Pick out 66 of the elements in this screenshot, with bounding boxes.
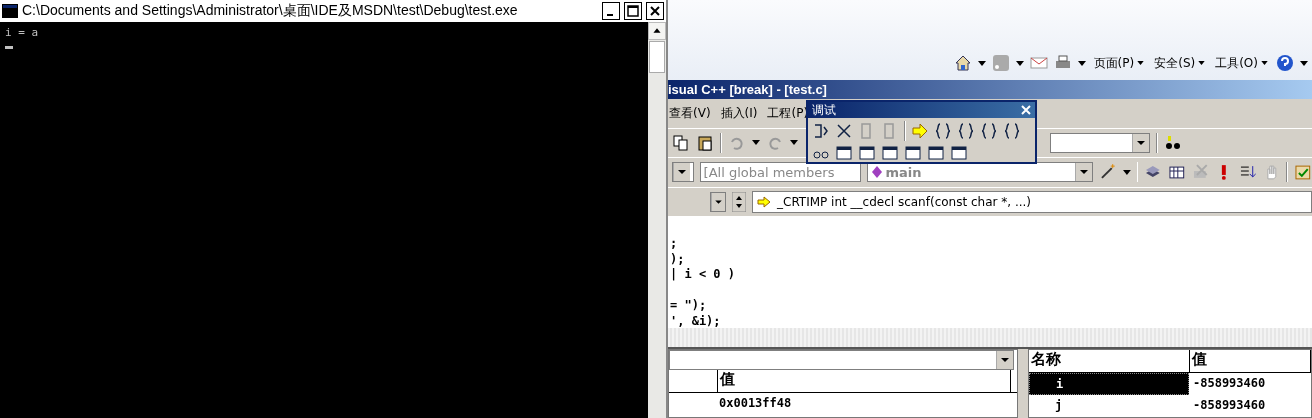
brace-icon[interactable] <box>980 122 998 140</box>
cross-icon[interactable] <box>835 122 853 140</box>
caret-icon[interactable] <box>1015 60 1024 66</box>
code-line: | i < 0 ) <box>670 267 737 283</box>
caret-icon[interactable] <box>1077 60 1086 66</box>
code-line: ', &i); <box>670 313 722 329</box>
code-line: ); <box>670 251 686 267</box>
caret-icon[interactable] <box>1300 60 1308 66</box>
copy-icon[interactable] <box>672 133 690 152</box>
grid-icon[interactable] <box>1168 163 1186 182</box>
console-icon <box>2 4 18 18</box>
window-icon[interactable] <box>904 144 922 162</box>
splitter-bar[interactable] <box>668 328 1312 349</box>
dropdown-button[interactable] <box>711 192 725 211</box>
window-title: isual C++ [break] - [test.c] <box>668 82 827 98</box>
text-cursor <box>5 46 13 49</box>
scroll-thumb[interactable] <box>649 41 665 73</box>
window-icon[interactable] <box>858 144 876 162</box>
context-field[interactable]: _CRTIMP int __cdecl scanf(const char *, ...) <box>752 190 1312 213</box>
window-icon[interactable] <box>927 144 945 162</box>
brace-icon[interactable] <box>1003 122 1021 140</box>
caret-icon <box>1137 61 1145 66</box>
dropdown-button[interactable] <box>996 351 1013 369</box>
column-header[interactable]: 值 <box>1189 350 1311 372</box>
caret-icon[interactable] <box>977 60 986 66</box>
minimize-button[interactable] <box>602 2 620 20</box>
column-header[interactable]: 值 <box>718 370 1011 392</box>
scroll-up-button[interactable] <box>648 22 666 40</box>
code-line: = "); <box>670 298 708 314</box>
context-text: _CRTIMP int __cdecl scanf(const char *, ...) <box>777 194 1031 209</box>
caret-icon <box>1261 61 1268 66</box>
close-button[interactable] <box>646 2 664 20</box>
caret-icon[interactable] <box>790 140 798 146</box>
dropdown-button[interactable] <box>1075 163 1092 182</box>
scope-combo[interactable]: [All global members <box>699 162 862 183</box>
window-title: C:\Documents and Settings\Administrator\桌面\IDE及MSDN\test\Debug\test.exe <box>22 2 519 20</box>
console-text: i = a <box>5 26 39 40</box>
arrow-icon[interactable] <box>911 122 929 140</box>
arrow-icon <box>757 195 771 208</box>
caret-icon[interactable] <box>752 140 760 146</box>
table-cell[interactable]: i <box>1029 373 1189 395</box>
menu-item[interactable]: 插入(I) <box>719 104 759 122</box>
column-header[interactable]: 名称 <box>1029 350 1190 372</box>
window-icon[interactable] <box>835 144 853 162</box>
spinner-button[interactable] <box>732 191 746 212</box>
home-icon[interactable] <box>953 54 972 73</box>
function-combo[interactable]: main <box>867 162 1093 183</box>
window-icon[interactable] <box>881 144 899 162</box>
clipboard-icon[interactable] <box>696 133 714 152</box>
checklist-icon[interactable] <box>1294 163 1312 182</box>
toolbar-menu[interactable]: 页面(P) <box>1091 54 1147 72</box>
toolbar-title: 调试 <box>812 101 836 119</box>
code-line: ; <box>670 236 679 252</box>
toolbar-menu[interactable]: 工具(O) <box>1213 54 1270 72</box>
brace-icon[interactable] <box>934 122 952 140</box>
close-icon[interactable] <box>1021 105 1031 115</box>
caret-icon[interactable] <box>1122 169 1131 175</box>
diamond-icon <box>872 166 883 179</box>
menu-item[interactable]: 查看(V) <box>668 104 712 122</box>
window-icon[interactable] <box>950 144 968 162</box>
dropdown-button[interactable] <box>1132 133 1149 152</box>
maximize-button[interactable] <box>624 2 642 20</box>
help-icon[interactable] <box>1276 54 1294 73</box>
brace-icon[interactable] <box>957 122 975 140</box>
toolbar-menu[interactable]: 安全(S) <box>1152 54 1208 72</box>
caret-icon <box>1198 61 1206 66</box>
